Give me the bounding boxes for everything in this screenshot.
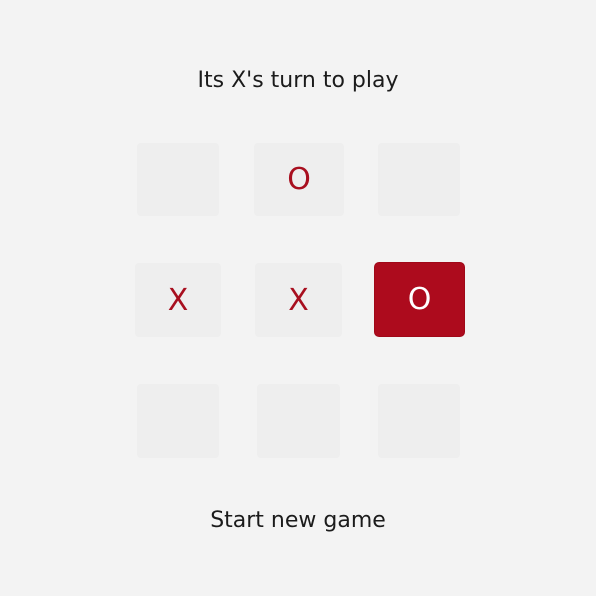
cell-r2c2[interactable]: X: [255, 263, 342, 337]
cell-r3c3[interactable]: [378, 384, 460, 458]
cell-r1c2[interactable]: O: [254, 143, 344, 216]
cell-r2c3[interactable]: O: [375, 263, 464, 336]
turn-status: Its X's turn to play: [197, 68, 399, 93]
cell-r1c1[interactable]: [137, 143, 219, 216]
cell-r3c2[interactable]: [257, 384, 340, 458]
start-new-game-label[interactable]: Start new game: [210, 508, 386, 533]
cell-r3c1[interactable]: [137, 384, 219, 458]
cell-r1c3[interactable]: [378, 143, 460, 216]
cell-r2c1[interactable]: X: [135, 263, 221, 337]
start-new-game-link[interactable]: Start new game: [0, 505, 596, 537]
